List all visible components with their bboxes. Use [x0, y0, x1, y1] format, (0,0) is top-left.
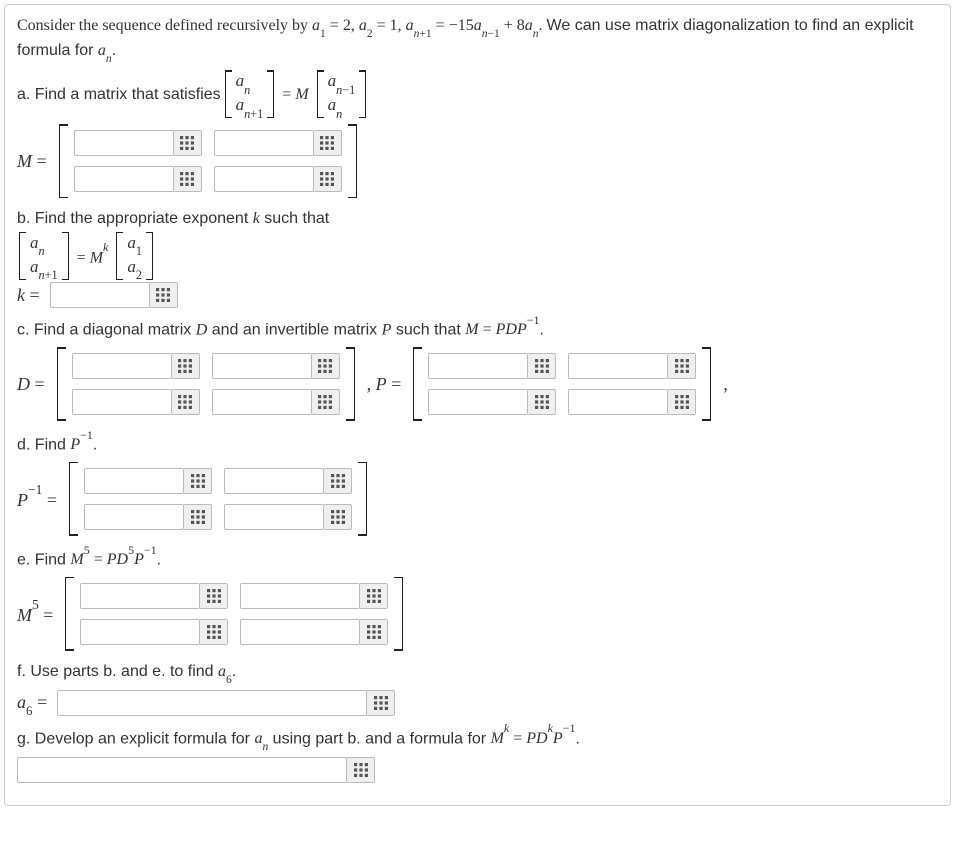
intro-text: Consider the sequence defined recursivel… — [17, 15, 938, 64]
M-11-input[interactable] — [74, 130, 174, 156]
equation-editor-icon[interactable] — [200, 583, 228, 609]
part-b-text: b. Find the appropriate exponent k such … — [17, 208, 938, 230]
matrix-Pinv — [69, 462, 367, 536]
equation-editor-icon[interactable] — [172, 389, 200, 415]
M5-21-input[interactable] — [80, 619, 200, 645]
equation-editor-icon[interactable] — [172, 353, 200, 379]
equation-editor-icon[interactable] — [367, 690, 395, 716]
P-22-input[interactable] — [568, 389, 668, 415]
part-d-text: d. Find P−1. — [17, 431, 938, 456]
trailing-comma: , — [723, 372, 728, 396]
part-e-lhs: M5 = — [17, 601, 53, 627]
part-d-lhs: P−1 = — [17, 486, 57, 512]
part-a-lhs: M = — [17, 149, 47, 173]
D-12-input[interactable] — [212, 353, 312, 379]
equation-editor-icon[interactable] — [174, 166, 202, 192]
equation-editor-icon[interactable] — [668, 353, 696, 379]
part-c-text: c. Find a diagonal matrix D and an inver… — [17, 316, 938, 341]
matrix-P — [413, 347, 711, 421]
P-21-input[interactable] — [428, 389, 528, 415]
vector-a1-a2: a1 a2 — [116, 232, 153, 280]
question-container: Consider the sequence defined recursivel… — [4, 4, 951, 806]
part-f-text: f. Use parts b. and e. to find a6. — [17, 661, 938, 686]
part-b-lhs: k = — [17, 283, 40, 307]
a6-input[interactable] — [57, 690, 367, 716]
M-12-input[interactable] — [214, 130, 314, 156]
equation-editor-icon[interactable] — [312, 353, 340, 379]
matrix-M — [59, 124, 357, 198]
k-input[interactable] — [50, 282, 150, 308]
M5-11-input[interactable] — [80, 583, 200, 609]
equation-editor-icon[interactable] — [668, 389, 696, 415]
vector-an-anp1: an an+1 — [225, 70, 275, 118]
equation-editor-icon[interactable] — [150, 282, 178, 308]
equation-editor-icon[interactable] — [360, 583, 388, 609]
M5-22-input[interactable] — [240, 619, 360, 645]
equation-editor-icon[interactable] — [324, 468, 352, 494]
M-22-input[interactable] — [214, 166, 314, 192]
part-c-lhs-P: , P = — [367, 372, 402, 396]
part-e-text: e. Find M5 = PD5P−1. — [17, 546, 938, 571]
equation-editor-icon[interactable] — [184, 468, 212, 494]
equation-editor-icon[interactable] — [314, 166, 342, 192]
equation-editor-icon[interactable] — [312, 389, 340, 415]
part-f-lhs: a6 = — [17, 690, 47, 717]
P-12-input[interactable] — [568, 353, 668, 379]
D-22-input[interactable] — [212, 389, 312, 415]
Pinv-12-input[interactable] — [224, 468, 324, 494]
Pinv-21-input[interactable] — [84, 504, 184, 530]
Pinv-22-input[interactable] — [224, 504, 324, 530]
equation-editor-icon[interactable] — [360, 619, 388, 645]
D-11-input[interactable] — [72, 353, 172, 379]
equation-editor-icon[interactable] — [528, 353, 556, 379]
part-c-lhs-D: D = — [17, 372, 45, 396]
M5-12-input[interactable] — [240, 583, 360, 609]
matrix-D — [57, 347, 355, 421]
equation-editor-icon[interactable] — [528, 389, 556, 415]
vector-anm1-an: an−1 an — [317, 70, 367, 118]
vector-an-anp1-b: an an+1 — [19, 232, 69, 280]
equation-editor-icon[interactable] — [174, 130, 202, 156]
equation-editor-icon[interactable] — [314, 130, 342, 156]
equation-editor-icon[interactable] — [324, 504, 352, 530]
part-g-text: g. Develop an explicit formula for an us… — [17, 725, 938, 753]
Pinv-11-input[interactable] — [84, 468, 184, 494]
an-formula-input[interactable] — [17, 757, 347, 783]
D-21-input[interactable] — [72, 389, 172, 415]
equation-editor-icon[interactable] — [184, 504, 212, 530]
part-a-text: a. Find a matrix that satisfies an an+1 … — [17, 70, 938, 118]
equation-editor-icon[interactable] — [200, 619, 228, 645]
matrix-M5 — [65, 577, 403, 651]
equation-editor-icon[interactable] — [347, 757, 375, 783]
M-21-input[interactable] — [74, 166, 174, 192]
P-11-input[interactable] — [428, 353, 528, 379]
